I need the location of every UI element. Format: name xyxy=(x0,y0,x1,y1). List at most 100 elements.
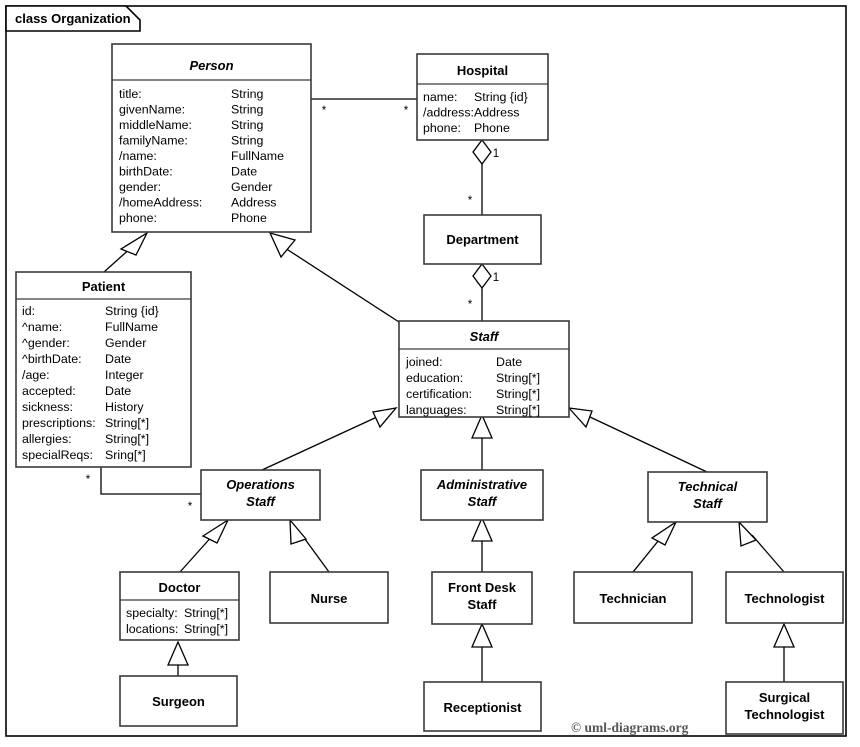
class-surgical-technologist-name-line1: Surgical xyxy=(759,690,810,705)
class-doctor[interactable]: Doctor specialty: String[*] locations: S… xyxy=(119,571,240,641)
generalization-administrative-staff xyxy=(471,413,493,470)
generalization-nurse-operations xyxy=(289,518,330,573)
generalization-arrow-staff xyxy=(268,231,297,259)
attr-name: ^gender: xyxy=(22,336,70,350)
generalization-technologist-technical xyxy=(738,520,785,573)
generalization-surgical-technologist xyxy=(773,622,795,682)
attr-type: History xyxy=(105,400,144,414)
attr-type: Sring[*] xyxy=(105,448,146,462)
attr-type: Address xyxy=(474,106,519,120)
class-patient[interactable]: Patient id: String {id} ^name: FullName … xyxy=(15,271,192,468)
class-staff-name: Staff xyxy=(470,329,500,344)
attr-name: /homeAddress: xyxy=(119,196,202,210)
attr-name: certification: xyxy=(406,387,472,401)
class-technical-staff[interactable]: Technical Staff xyxy=(647,471,768,523)
class-surgical-technologist[interactable]: Surgical Technologist xyxy=(725,681,844,735)
diagram-canvas: class Organization * * 1 * 1 * * * Perso… xyxy=(5,5,847,737)
attr-type: Date xyxy=(231,165,257,179)
multiplicity-patient-ops-right: * xyxy=(188,501,193,513)
class-nurse[interactable]: Nurse xyxy=(269,571,389,624)
attr-type: FullName xyxy=(105,320,158,334)
generalization-arrow-technologist xyxy=(738,520,758,547)
class-front-desk-staff[interactable]: Front Desk Staff xyxy=(431,571,533,625)
attr-name: specialty: xyxy=(126,606,178,620)
class-technical-staff-name-line1: Technical xyxy=(678,479,738,494)
attr-name: familyName: xyxy=(119,134,188,148)
class-nurse-name: Nurse xyxy=(311,591,348,606)
class-hospital-name: Hospital xyxy=(457,63,508,78)
generalization-arrow-patient xyxy=(119,231,149,256)
class-technical-staff-name-line2: Staff xyxy=(693,496,723,511)
generalization-arrow-frontdesk xyxy=(471,516,493,542)
generalization-technician-technical xyxy=(632,520,678,573)
attr-type: String[*] xyxy=(105,432,149,446)
attr-type: String xyxy=(231,87,263,101)
generalization-arrow-technician xyxy=(650,520,678,546)
class-operations-staff-name-line1: Operations xyxy=(226,477,295,492)
generalization-technical-staff xyxy=(567,407,708,473)
attr-type: Gender xyxy=(105,336,146,350)
attr-type: Date xyxy=(105,384,131,398)
attr-name: ^name: xyxy=(22,320,62,334)
class-surgical-technologist-name-line2: Technologist xyxy=(745,707,826,722)
aggregation-diamond-department xyxy=(472,262,492,290)
diagram-frame-label: class Organization xyxy=(15,11,131,26)
class-front-desk-staff-name-line1: Front Desk xyxy=(448,580,517,595)
generalization-arrow-surgeon xyxy=(167,640,189,666)
generalization-patient-person xyxy=(103,231,149,273)
multiplicity-hospital-department-part: * xyxy=(468,195,473,207)
class-technician-name: Technician xyxy=(600,591,667,606)
attr-name: education: xyxy=(406,371,463,385)
class-technologist-name: Technologist xyxy=(745,591,826,606)
multiplicity-patient-ops-left: * xyxy=(86,474,91,486)
aggregation-hospital-department: 1 * xyxy=(468,138,499,215)
attr-type: String[*] xyxy=(184,606,228,620)
attr-name: name: xyxy=(423,90,457,104)
class-surgeon[interactable]: Surgeon xyxy=(119,675,238,727)
attr-name: locations: xyxy=(126,622,178,636)
generalization-arrow-doctor xyxy=(201,518,230,544)
multiplicity-hospital-department-whole: 1 xyxy=(493,148,499,160)
attr-type: Integer xyxy=(105,368,144,382)
attr-name: ^birthDate: xyxy=(22,352,82,366)
class-operations-staff[interactable]: Operations Staff xyxy=(200,469,321,521)
attr-name: birthDate: xyxy=(119,165,173,179)
attr-type: FullName xyxy=(231,149,284,163)
attr-type: String xyxy=(231,103,263,117)
attr-name: /name: xyxy=(119,149,157,163)
attr-name: accepted: xyxy=(22,384,76,398)
generalization-arrow-technical-staff xyxy=(567,407,593,429)
association-person-hospital: * * xyxy=(311,98,417,117)
multiplicity-department-staff-part: * xyxy=(468,299,473,311)
attr-name: specialReqs: xyxy=(22,448,93,462)
class-technologist[interactable]: Technologist xyxy=(725,571,844,624)
attr-type: Address xyxy=(231,196,276,210)
attr-name: /age: xyxy=(22,368,50,382)
multiplicity-department-staff-whole: 1 xyxy=(493,272,499,284)
class-technician[interactable]: Technician xyxy=(573,571,693,624)
association-patient-operations-staff: * * xyxy=(86,467,201,513)
attr-type: Gender xyxy=(231,180,272,194)
class-administrative-staff[interactable]: Administrative Staff xyxy=(420,469,544,521)
attr-type: String[*] xyxy=(105,416,149,430)
class-hospital[interactable]: Hospital name: String {id} /address: Add… xyxy=(416,53,549,141)
class-administrative-staff-name-line2: Staff xyxy=(468,494,498,509)
generalization-arrow-operations-staff xyxy=(372,407,398,429)
attr-type: String[*] xyxy=(496,387,540,401)
aggregation-department-staff: 1 * xyxy=(468,262,499,321)
class-receptionist[interactable]: Receptionist xyxy=(423,681,542,732)
attr-name: prescriptions: xyxy=(22,416,96,430)
class-staff[interactable]: Staff joined: Date education: String[*] … xyxy=(398,320,570,418)
generalization-frontdesk-administrative xyxy=(471,516,493,572)
attr-name: phone: xyxy=(119,211,157,225)
attr-type: String xyxy=(231,134,263,148)
class-person[interactable]: Person title: String givenName: String m… xyxy=(111,43,312,233)
class-patient-name: Patient xyxy=(82,279,126,294)
attr-name: sickness: xyxy=(22,400,73,414)
attr-name: givenName: xyxy=(119,103,185,117)
aggregation-diamond-hospital xyxy=(472,138,492,166)
class-department[interactable]: Department xyxy=(423,214,542,265)
generalization-surgeon-doctor xyxy=(167,640,189,676)
attr-name: /address: xyxy=(423,106,474,120)
class-receptionist-name: Receptionist xyxy=(443,700,522,715)
